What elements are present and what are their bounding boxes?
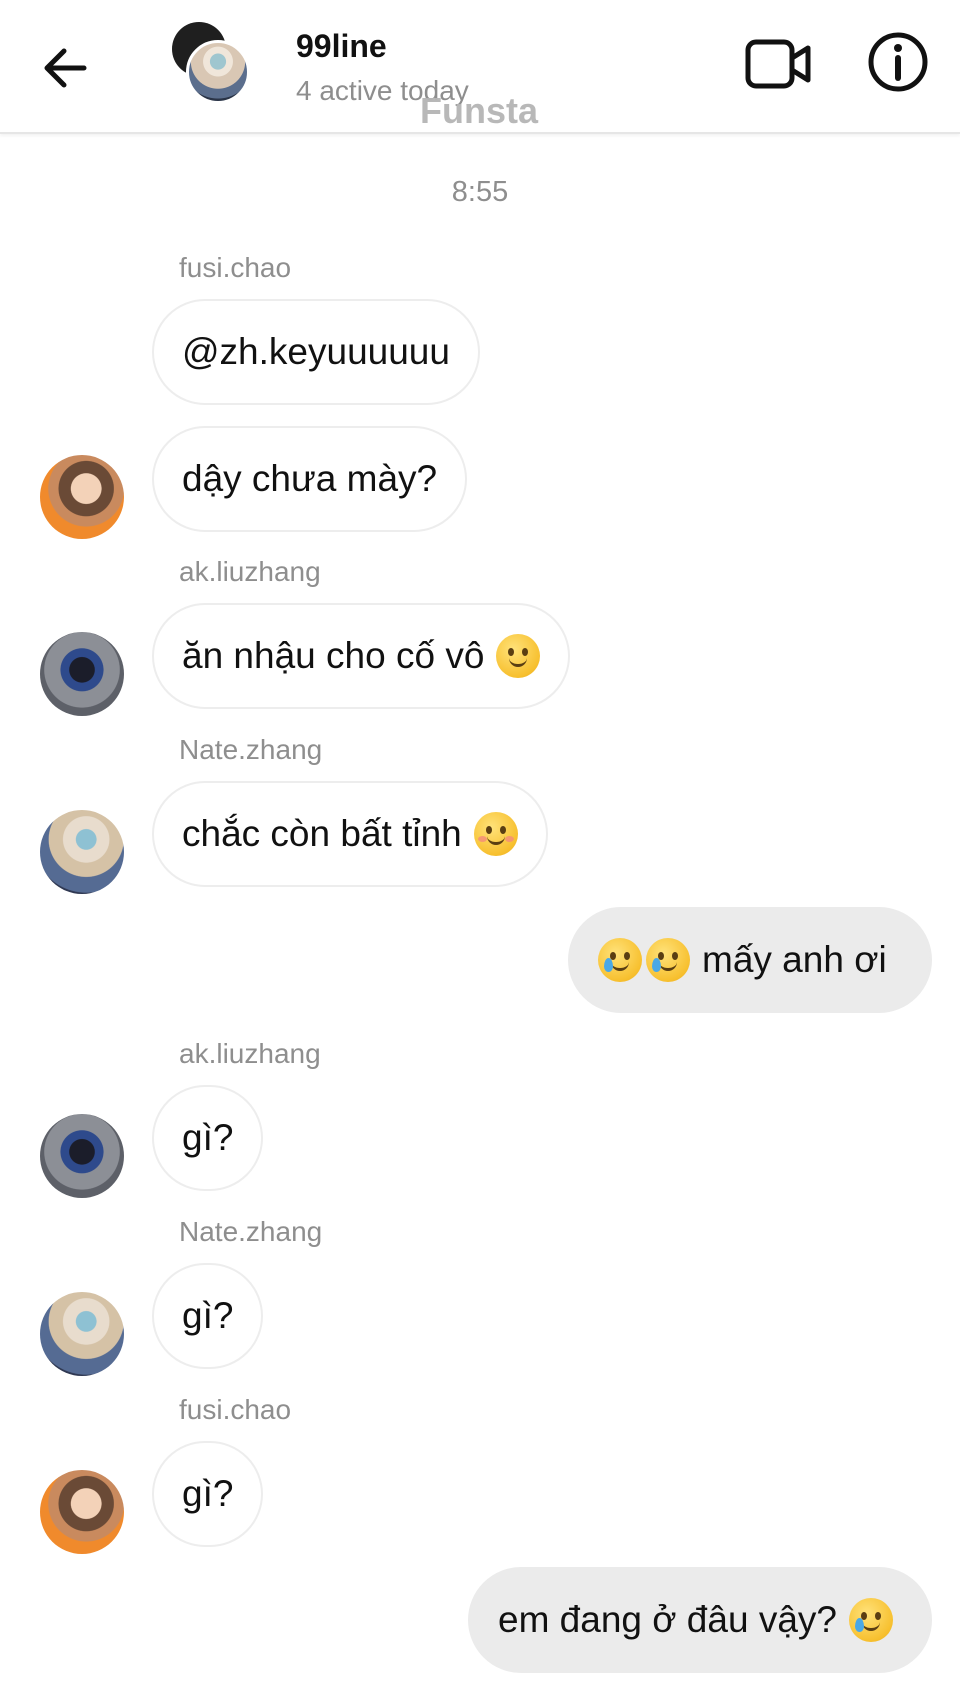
- message-text: gì?: [182, 1473, 234, 1514]
- smiling-face-with-tear-icon: [646, 938, 690, 982]
- avatar[interactable]: [40, 632, 124, 716]
- message-bubble-outgoing[interactable]: mấy anh ơi: [568, 907, 932, 1013]
- sender-name: Nate.zhang: [179, 1216, 323, 1247]
- message-text: gì?: [182, 1117, 234, 1158]
- message-bubble[interactable]: chắc còn bất tỉnh: [152, 781, 548, 887]
- slightly-smiling-face-icon: [496, 634, 541, 678]
- message-text: em đang ở đâu vậy?: [498, 1599, 837, 1640]
- message-bubble[interactable]: gì?: [152, 1441, 264, 1547]
- message-bubble[interactable]: dậy chưa mày?: [152, 426, 468, 532]
- message-text: chắc còn bất tỉnh: [182, 813, 462, 854]
- group-avatar-front: [186, 40, 250, 104]
- avatar[interactable]: [40, 1470, 124, 1554]
- smiling-face-with-tear-icon: [598, 938, 642, 982]
- sender-name: Nate.zhang: [179, 734, 323, 765]
- message-bubble[interactable]: gì?: [152, 1263, 264, 1369]
- watermark: Funsta: [420, 90, 539, 131]
- message-text: dậy chưa mày?: [182, 458, 438, 499]
- chat-title: 99line: [296, 28, 387, 64]
- message-text: @zh.keyuuuuuu: [182, 331, 450, 372]
- message-bubble[interactable]: gì?: [152, 1085, 264, 1191]
- sender-name: ak.liuzhang: [179, 1038, 321, 1069]
- message-bubble-outgoing[interactable]: em đang ở đâu vậy?: [468, 1567, 932, 1673]
- message-bubble[interactable]: ăn nhậu cho cố vô: [152, 603, 571, 709]
- video-camera-icon[interactable]: [744, 34, 812, 94]
- smiling-face-icon: [473, 812, 518, 856]
- arrow-left-icon[interactable]: [38, 40, 94, 96]
- avatar[interactable]: [40, 455, 124, 539]
- message-text: ăn nhậu cho cố vô: [182, 635, 485, 676]
- smiling-face-with-tear-icon: [848, 1598, 893, 1642]
- message-bubble[interactable]: @zh.keyuuuuuu: [152, 299, 480, 405]
- sender-name: ak.liuzhang: [179, 556, 321, 587]
- avatar[interactable]: [40, 1114, 124, 1198]
- group-avatar[interactable]: [172, 22, 258, 108]
- message-text: mấy anh ơi: [702, 939, 887, 980]
- message-timestamp: 8:55: [451, 176, 509, 208]
- message-text: gì?: [182, 1295, 234, 1336]
- chat-screen: 99line 4 active today Funsta 8:55 fusi.c…: [0, 0, 960, 1699]
- avatar[interactable]: [40, 1292, 124, 1376]
- chat-header: 99line 4 active today Funsta: [0, 0, 960, 134]
- info-circle-icon[interactable]: [866, 30, 930, 94]
- avatar[interactable]: [40, 810, 124, 894]
- sender-name: fusi.chao: [179, 252, 292, 283]
- sender-name: fusi.chao: [179, 1394, 292, 1425]
